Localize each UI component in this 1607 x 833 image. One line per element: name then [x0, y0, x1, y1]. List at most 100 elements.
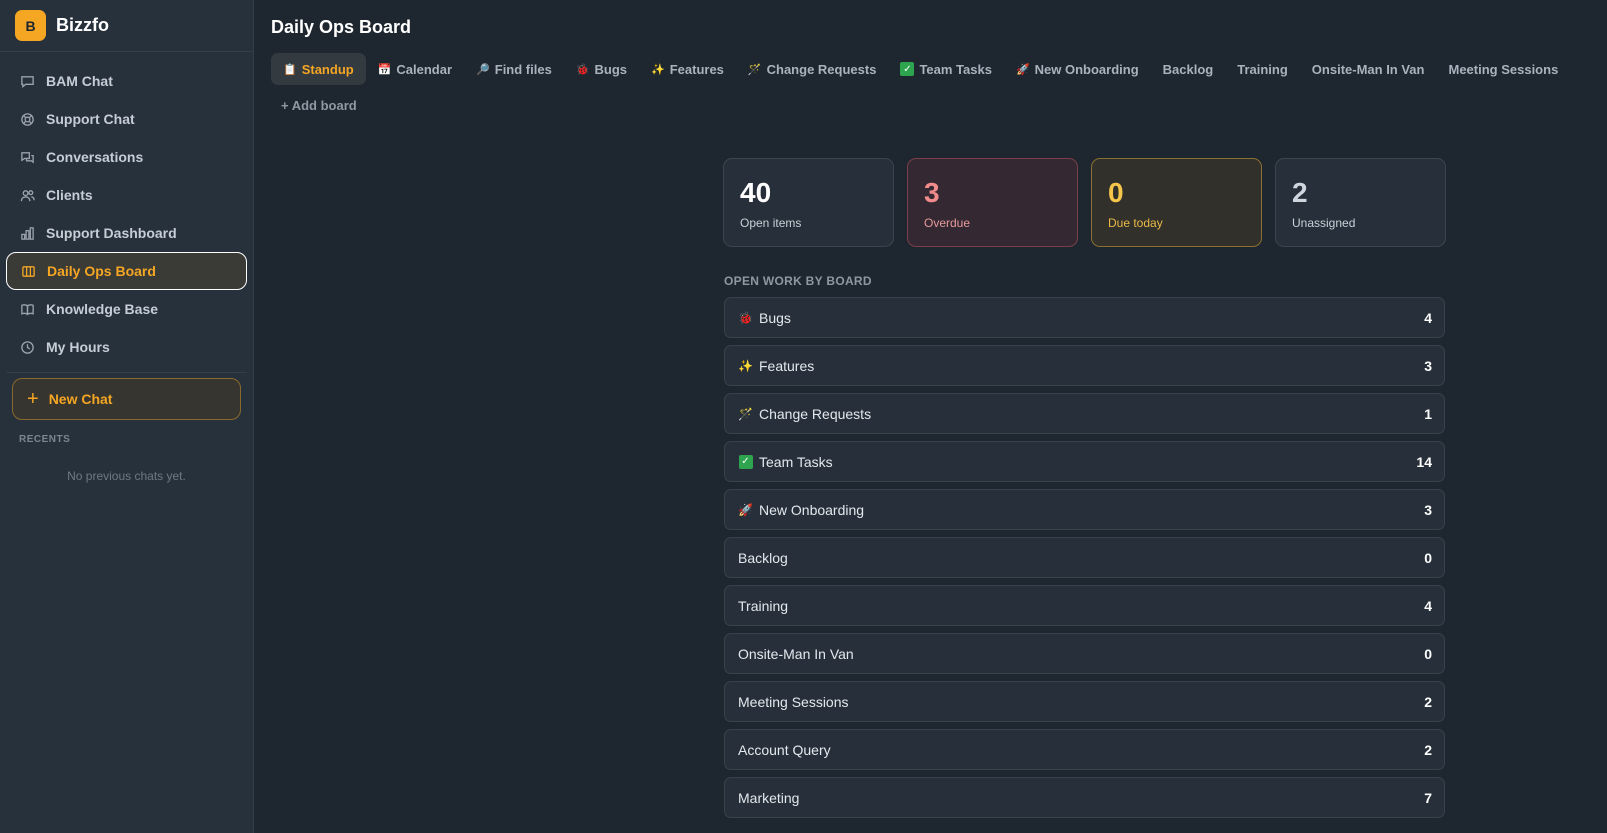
chat-bubble-icon — [20, 73, 36, 89]
stat-value: 40 — [740, 177, 772, 208]
board-count: 2 — [1424, 693, 1432, 710]
board-count: 3 — [1424, 357, 1432, 374]
sidebar-item-my-hours[interactable]: My Hours — [6, 328, 247, 366]
sparkles-icon: ✨ — [738, 358, 753, 373]
tab-training[interactable]: Training — [1225, 53, 1300, 85]
board-row-meeting-sessions[interactable]: Meeting Sessions 2 — [724, 681, 1445, 722]
board-row-backlog[interactable]: Backlog 0 — [724, 537, 1445, 578]
tab-label: Team Tasks — [919, 61, 992, 77]
sidebar-item-conversations[interactable]: Conversations — [6, 138, 247, 176]
board-label: Bugs — [759, 309, 791, 326]
stat-overdue[interactable]: 3 Overdue — [907, 158, 1078, 247]
board-count: 1 — [1424, 405, 1432, 422]
tab-label: Onsite-Man In Van — [1311, 61, 1425, 77]
tab-find-files[interactable]: 🔎 Find files — [464, 53, 564, 85]
sidebar-item-label: Daily Ops Board — [47, 263, 156, 279]
sidebar-item-label: Support Dashboard — [46, 225, 177, 241]
tab-features[interactable]: ✨ Features — [639, 53, 736, 85]
tab-standup[interactable]: 📋 Standup — [271, 53, 366, 85]
board-name: 🪄 Change Requests — [738, 406, 871, 422]
lifebuoy-icon — [20, 111, 36, 127]
tab-bugs[interactable]: 🐞 Bugs — [564, 53, 639, 85]
board-row-new-onboarding[interactable]: 🚀 New Onboarding 3 — [724, 489, 1445, 530]
board-count: 3 — [1424, 501, 1432, 518]
board-count: 7 — [1424, 789, 1432, 806]
sidebar-item-label: BAM Chat — [46, 73, 113, 89]
tab-label: Standup — [301, 61, 354, 77]
tab-onsite-man-in-van[interactable]: Onsite-Man In Van — [1300, 53, 1437, 85]
sidebar-item-label: My Hours — [46, 339, 110, 355]
tab-change-requests[interactable]: 🪄 Change Requests — [736, 53, 889, 85]
stat-label: Unassigned — [1292, 216, 1356, 230]
board-name: Meeting Sessions — [738, 693, 849, 710]
calendar-icon: 📅 — [377, 63, 392, 76]
stat-open-items[interactable]: 40 Open items — [723, 158, 894, 247]
clock-icon — [20, 339, 36, 355]
tab-label: Meeting Sessions — [1448, 61, 1559, 77]
stat-value: 0 — [1108, 177, 1124, 208]
plus-icon: + — [27, 388, 39, 410]
sidebar-item-support-dashboard[interactable]: Support Dashboard — [6, 214, 247, 252]
board-count: 0 — [1424, 645, 1432, 662]
book-icon — [20, 301, 36, 317]
new-chat-label: New Chat — [48, 391, 113, 407]
wand-icon: 🪄 — [747, 63, 762, 76]
stat-due-today[interactable]: 0 Due today — [1091, 158, 1262, 247]
board-row-team-tasks[interactable]: ✓ Team Tasks 14 — [724, 441, 1445, 482]
new-chat-button[interactable]: + New Chat — [12, 378, 241, 420]
sidebar-item-daily-ops-board[interactable]: Daily Ops Board — [6, 252, 247, 290]
check-mark-icon: ✓ — [900, 62, 915, 76]
wand-icon: 🪄 — [738, 406, 753, 421]
tab-label: Backlog — [1162, 61, 1214, 77]
tab-backlog[interactable]: Backlog — [1151, 53, 1226, 85]
board-row-features[interactable]: ✨ Features 3 — [724, 345, 1445, 386]
sidebar-item-knowledge-base[interactable]: Knowledge Base — [6, 290, 247, 328]
brand-name[interactable]: Bizzfo — [56, 15, 109, 36]
tab-calendar[interactable]: 📅 Calendar — [366, 53, 464, 85]
board-row-change-requests[interactable]: 🪄 Change Requests 1 — [724, 393, 1445, 434]
tab-label: New Onboarding — [1034, 61, 1139, 77]
stat-unassigned[interactable]: 2 Unassigned — [1275, 158, 1446, 247]
board-count: 2 — [1424, 741, 1432, 758]
add-board-button[interactable]: + Add board — [281, 98, 357, 113]
board-label: Change Requests — [759, 405, 872, 422]
bug-icon: 🐞 — [738, 310, 753, 325]
stat-label: Overdue — [924, 216, 971, 230]
board-row-training[interactable]: Training 4 — [724, 585, 1445, 626]
stats-cards: 40 Open items 3 Overdue 0 Due today 2 Un… — [723, 158, 1446, 247]
stat-label: Open items — [740, 216, 802, 230]
page-title: Daily Ops Board — [271, 17, 412, 37]
tab-new-onboarding[interactable]: 🚀 New Onboarding — [1004, 53, 1151, 85]
sidebar-nav: BAM Chat Support Chat Conversations Clie… — [0, 52, 253, 366]
board-row-account-query[interactable]: Account Query 2 — [724, 729, 1445, 770]
clipboard-icon: 📋 — [283, 63, 297, 76]
tab-team-tasks[interactable]: ✓ Team Tasks — [888, 53, 1004, 85]
tab-label: Change Requests — [766, 61, 877, 77]
users-icon — [20, 187, 36, 203]
sidebar-item-label: Conversations — [46, 149, 144, 165]
sidebar-item-label: Clients — [46, 187, 93, 203]
bug-icon: 🐞 — [575, 63, 590, 76]
board-count: 0 — [1424, 549, 1432, 566]
rocket-icon: 🚀 — [1015, 63, 1030, 76]
board-name: Account Query — [738, 741, 831, 758]
board-name: 🚀 New Onboarding — [738, 502, 864, 518]
board-row-bugs[interactable]: 🐞 Bugs 4 — [724, 297, 1445, 338]
tab-label: Find files — [494, 61, 552, 77]
sidebar-item-support-chat[interactable]: Support Chat — [6, 100, 247, 138]
sidebar-item-clients[interactable]: Clients — [6, 176, 247, 214]
conversations-icon — [20, 149, 36, 165]
sidebar-item-bam-chat[interactable]: BAM Chat — [6, 62, 247, 100]
stat-label: Due today — [1108, 216, 1163, 230]
brand-logo[interactable]: B — [15, 10, 46, 41]
board-name: ✓ Team Tasks — [738, 454, 833, 470]
rocket-icon: 🚀 — [738, 502, 753, 517]
tab-label: Training — [1237, 61, 1288, 77]
stat-value: 2 — [1292, 177, 1308, 208]
sidebar-item-label: Knowledge Base — [46, 301, 159, 317]
tab-meeting-sessions[interactable]: Meeting Sessions — [1436, 53, 1570, 85]
board-name: Training — [738, 597, 789, 614]
board-label: Features — [759, 357, 815, 374]
board-row-marketing[interactable]: Marketing 7 — [724, 777, 1445, 818]
board-row-onsite-man-in-van[interactable]: Onsite-Man In Van 0 — [724, 633, 1445, 674]
